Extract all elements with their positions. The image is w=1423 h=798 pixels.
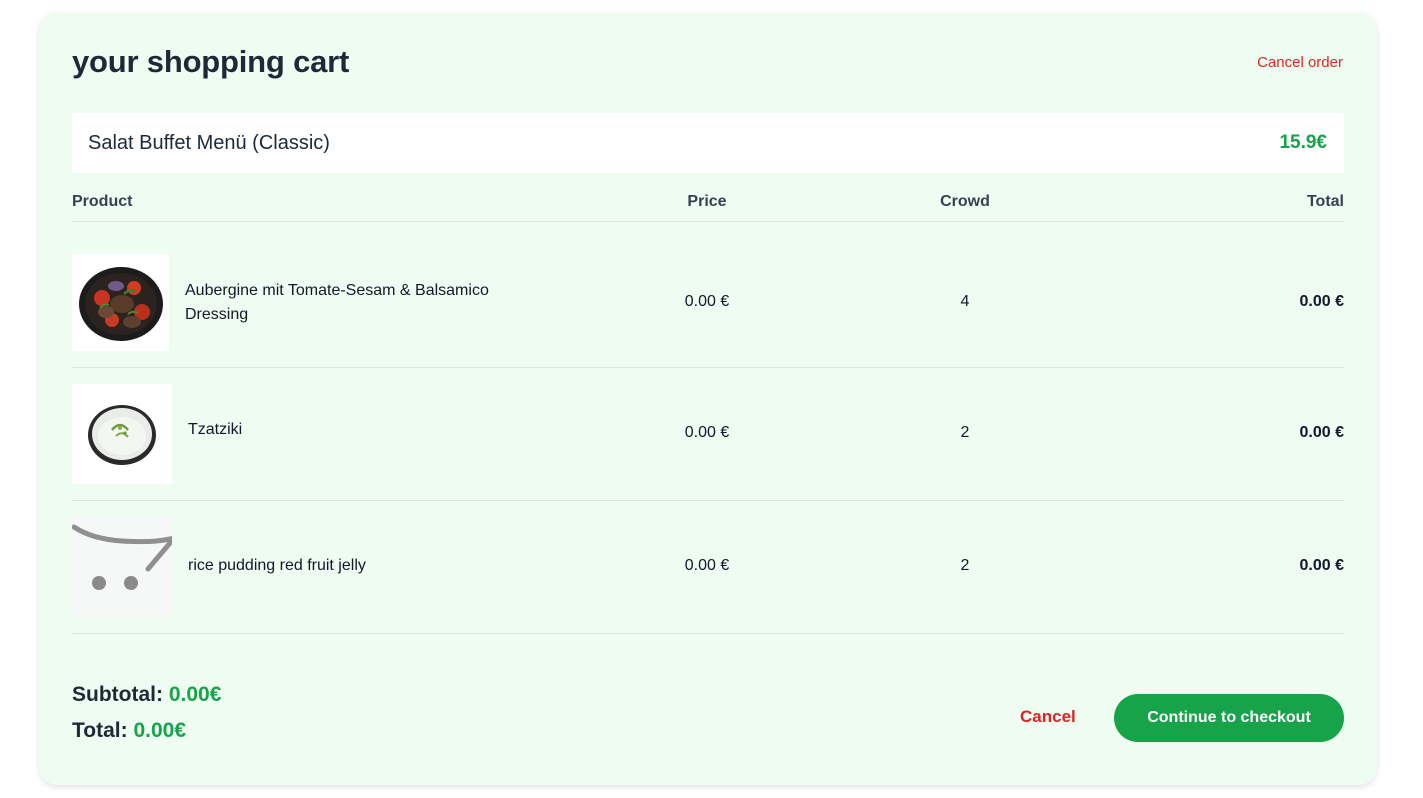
total-value: 0.00€	[133, 719, 187, 742]
table-row: rice pudding red fruit jelly 0.00 € 2 0.…	[72, 501, 1344, 634]
product-image-placeholder	[72, 517, 172, 617]
menu-header: Salat Buffet Menü (Classic) 15.9€	[72, 113, 1344, 173]
product-quantity: 2	[960, 557, 970, 574]
tzatziki-bowl-icon	[88, 405, 156, 465]
header-total: Total	[1306, 193, 1344, 210]
product-total: 0.00 €	[1299, 293, 1344, 310]
total-label: Total:	[72, 719, 128, 742]
shopping-cart-icon	[72, 524, 172, 590]
table-header: Product Price Crowd Total	[72, 183, 1344, 222]
product-quantity: 2	[960, 424, 970, 441]
product-total: 0.00 €	[1299, 424, 1344, 441]
product-price: 0.00 €	[684, 293, 730, 310]
cancel-order-link[interactable]: Cancel order	[1257, 54, 1343, 71]
product-name: rice pudding red fruit jelly	[188, 557, 366, 574]
table-row: Aubergine mit Tomate-Sesam & Balsamico D…	[72, 222, 1344, 368]
cancel-button[interactable]: Cancel	[1020, 707, 1076, 727]
product-quantity: 4	[960, 293, 970, 310]
subtotal-line: Subtotal: 0.00€	[72, 683, 221, 707]
shopping-cart-card: your shopping cart Cancel order Salat Bu…	[39, 13, 1377, 785]
subtotal-label: Subtotal:	[72, 683, 163, 706]
menu-name: Salat Buffet Menü (Classic)	[88, 131, 330, 154]
continue-to-checkout-button[interactable]: Continue to checkout	[1114, 694, 1344, 742]
order-summary: Subtotal: 0.00€ Total: 0.00€	[72, 683, 221, 743]
eggplant-dish-icon	[79, 267, 163, 341]
header-price: Price	[687, 193, 727, 210]
total-line: Total: 0.00€	[72, 719, 221, 743]
product-price: 0.00 €	[684, 557, 730, 574]
table-row: Tzatziki 0.00 € 2 0.00 €	[72, 368, 1344, 501]
header-crowd: Crowd	[940, 193, 990, 210]
product-price: 0.00 €	[684, 424, 730, 441]
product-total: 0.00 €	[1299, 557, 1344, 574]
product-name: Aubergine mit Tomate-Sesam & Balsamico D…	[185, 282, 489, 323]
header-product: Product	[72, 193, 133, 210]
product-image-eggplant	[72, 254, 169, 351]
product-image-tzatziki	[72, 384, 172, 484]
cart-table: Product Price Crowd Total Aubergine mit …	[72, 183, 1344, 634]
subtotal-value: 0.00€	[168, 683, 222, 706]
product-name: Tzatziki	[188, 421, 243, 438]
page-title: your shopping cart	[72, 44, 350, 79]
menu-price: 15.9€	[1279, 132, 1327, 153]
